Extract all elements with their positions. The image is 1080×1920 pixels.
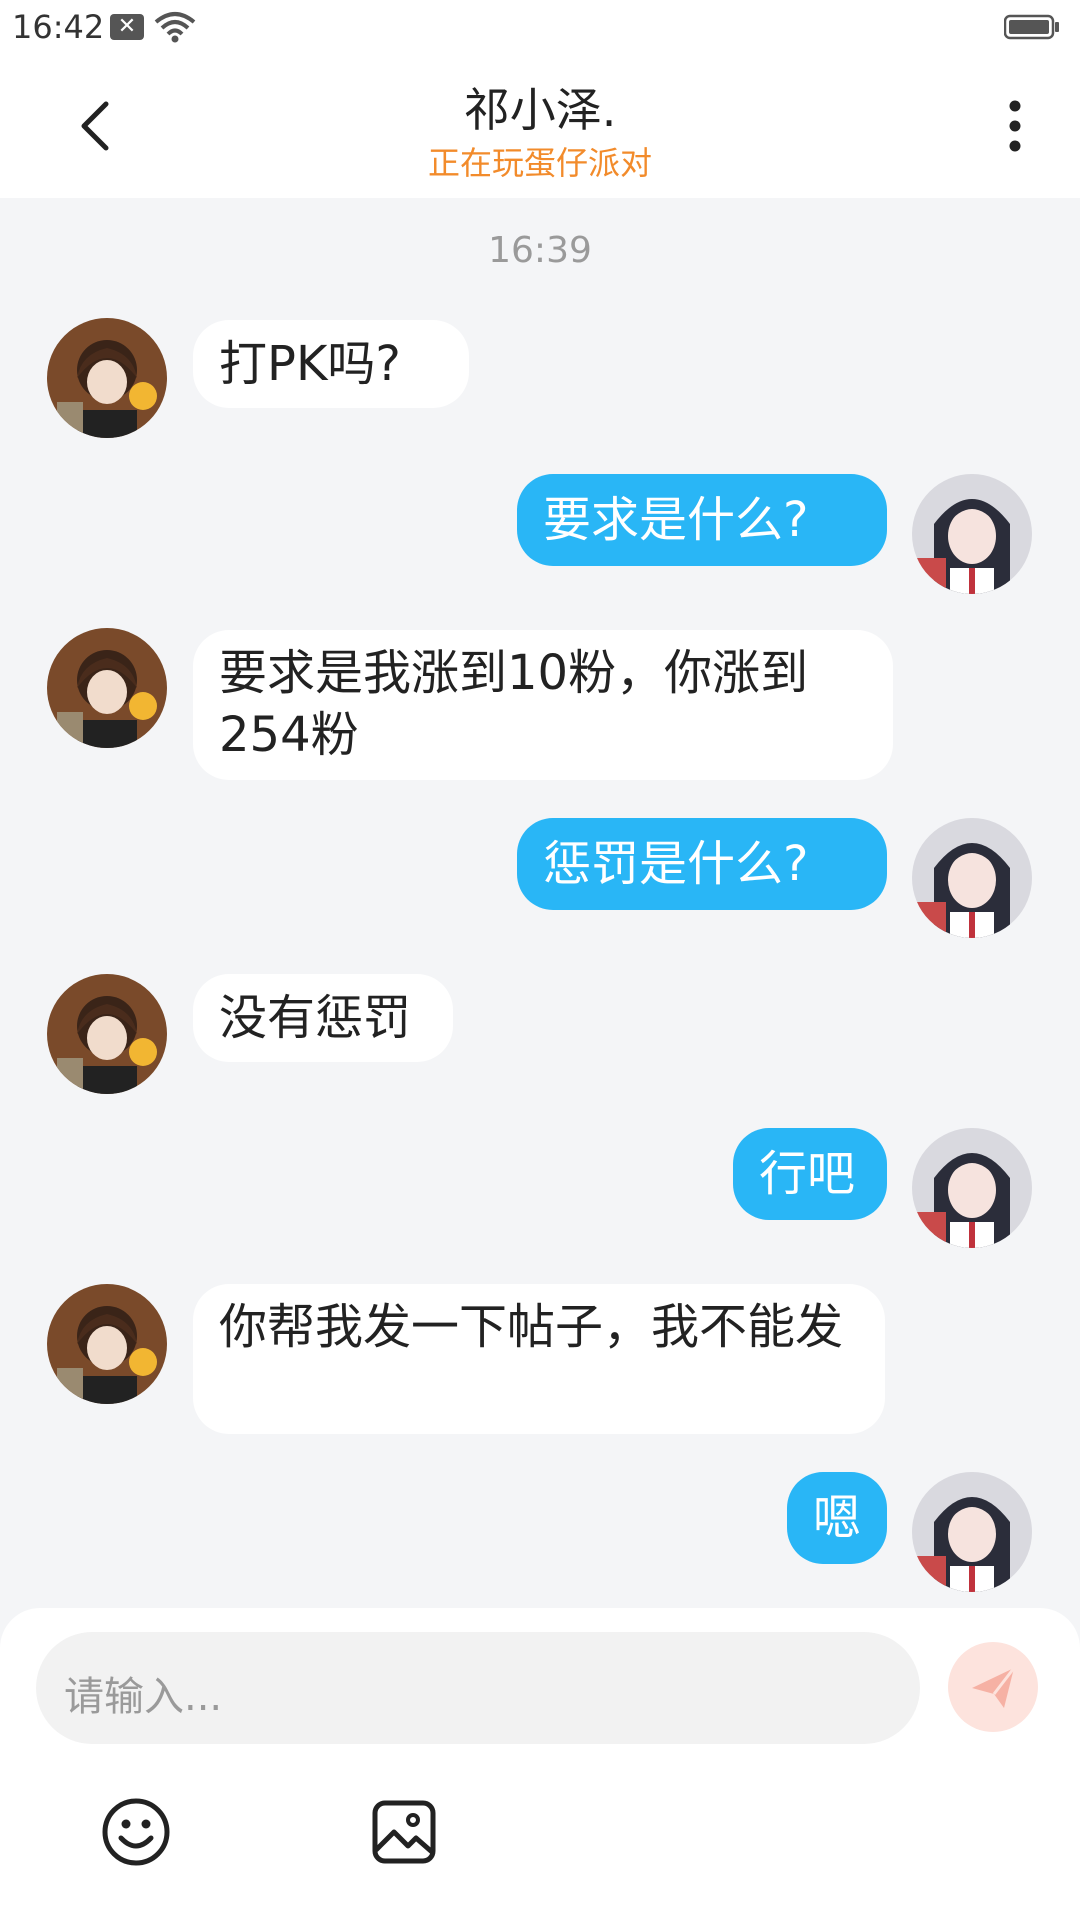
notification-x-icon: ✕ — [110, 14, 144, 40]
user-avatar[interactable] — [912, 1128, 1032, 1248]
user-avatar[interactable] — [912, 818, 1032, 938]
status-time: 16:42 — [12, 8, 105, 46]
battery-icon — [1004, 14, 1059, 40]
contact-avatar[interactable] — [47, 1284, 167, 1404]
message-timestamp: 16:39 — [488, 230, 592, 271]
contact-avatar[interactable] — [47, 974, 167, 1094]
message-bubble-sent: 嗯 — [787, 1472, 887, 1564]
contact-avatar[interactable] — [47, 628, 167, 748]
input-placeholder: 请输入... — [64, 1674, 223, 1720]
message-bubble-sent: 要求是什么? — [517, 474, 887, 566]
message-bubble-sent: 惩罚是什么? — [517, 818, 887, 910]
message-input[interactable]: 请输入... — [36, 1632, 920, 1744]
message-bubble-sent: 行吧 — [733, 1128, 887, 1220]
user-avatar[interactable] — [912, 474, 1032, 594]
status-subtitle: 正在玩蛋仔派对 — [427, 144, 652, 182]
send-button[interactable] — [948, 1642, 1038, 1732]
contact-avatar[interactable] — [47, 318, 167, 438]
chat-area[interactable]: 16:39 打PK吗? 要求是什么? 要求是我涨到10粉，你涨到254粉 惩罚是… — [0, 198, 1080, 1608]
send-icon — [972, 1667, 1016, 1708]
chat-header: 祁小泽. 正在玩蛋仔派对 — [0, 56, 1080, 198]
message-bubble-received: 你帮我发一下帖子，我不能发 — [193, 1284, 885, 1434]
user-avatar[interactable] — [912, 1472, 1032, 1592]
message-composer: 请输入... — [0, 1608, 1080, 1920]
emoji-icon[interactable] — [100, 1796, 172, 1868]
message-bubble-received: 打PK吗? — [193, 320, 469, 408]
image-icon[interactable] — [370, 1798, 438, 1866]
status-bar: 16:42 ✕ — [0, 0, 1080, 56]
chat-title: 祁小泽. — [463, 83, 617, 137]
message-bubble-received: 要求是我涨到10粉，你涨到254粉 — [193, 630, 893, 780]
wifi-icon — [154, 12, 196, 43]
message-bubble-received: 没有惩罚 — [193, 974, 453, 1062]
more-vertical-icon[interactable] — [1000, 96, 1030, 156]
